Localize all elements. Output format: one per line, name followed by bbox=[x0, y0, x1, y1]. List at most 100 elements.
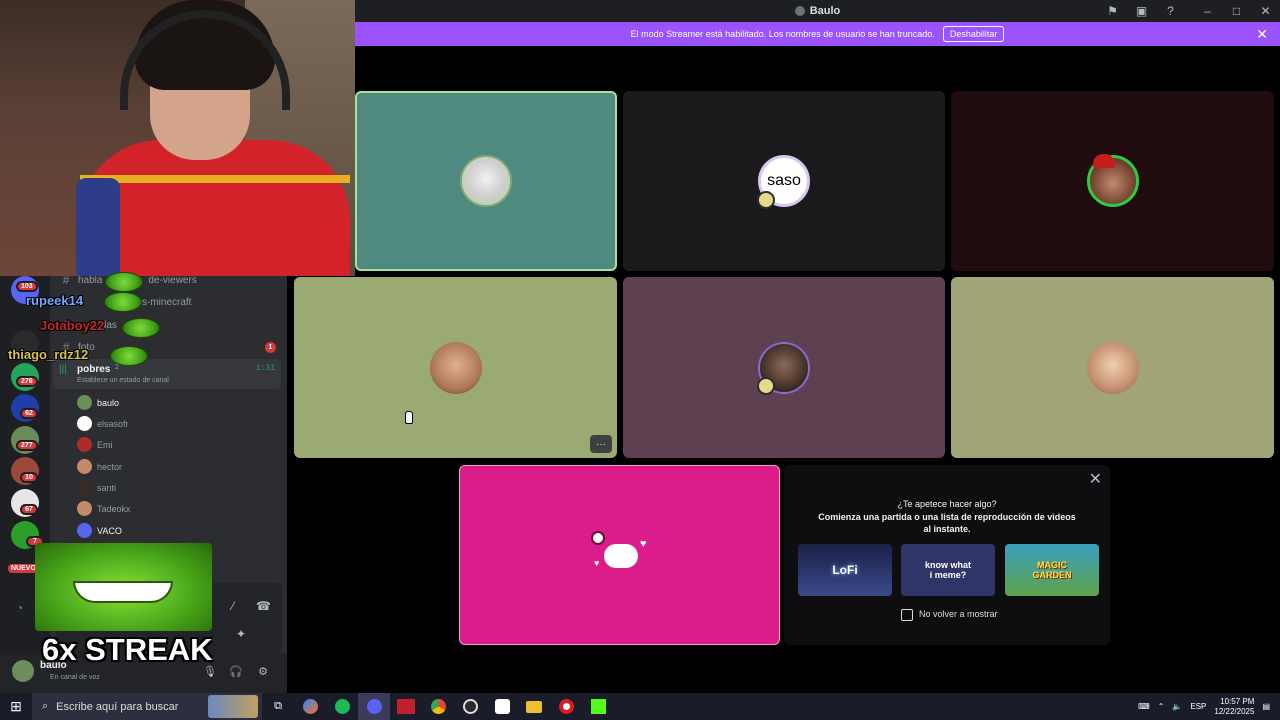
language-indicator[interactable]: ESP bbox=[1190, 702, 1206, 711]
task-view-icon[interactable]: ⧉ bbox=[262, 693, 294, 720]
discord-logo-icon bbox=[604, 544, 638, 568]
chrome-alt-icon[interactable] bbox=[454, 693, 486, 720]
volume-icon[interactable]: 🔈 bbox=[1172, 702, 1182, 711]
minimize-icon[interactable]: – bbox=[1193, 0, 1222, 22]
server-badge: 67 bbox=[20, 504, 38, 515]
user-status: En canal de voz bbox=[50, 674, 100, 681]
discord-taskbar-icon[interactable] bbox=[358, 693, 390, 720]
avatar bbox=[77, 437, 92, 452]
file-explorer-icon[interactable] bbox=[518, 693, 550, 720]
video-tile-baulo[interactable]: ··· bbox=[294, 277, 617, 458]
skull-icon bbox=[591, 531, 605, 545]
voice-channel-pobres[interactable]: ||| pobres 2 1:31 Establece un estado de… bbox=[53, 359, 281, 389]
activity-description: Comienza una partida o una lista de repr… bbox=[818, 512, 1076, 534]
chat-username: rupeek14 bbox=[26, 293, 84, 308]
emote-image bbox=[110, 346, 148, 366]
video-tile-dark-avatar[interactable] bbox=[623, 277, 945, 458]
maximize-icon[interactable]: □ bbox=[1222, 0, 1251, 22]
chrome-icon[interactable] bbox=[422, 693, 454, 720]
user-avatar[interactable] bbox=[12, 660, 34, 682]
santa-hat-icon bbox=[1093, 154, 1115, 168]
chevron-up-icon[interactable]: ⌃ bbox=[1158, 702, 1165, 711]
member-name: Tadeokx bbox=[97, 503, 131, 514]
voice-member[interactable]: Tadeokx bbox=[77, 501, 131, 516]
title-bar: Baulo ⚑ ▣ ? – □ ✕ bbox=[355, 0, 1280, 22]
settings-gear-icon[interactable]: ⚙ bbox=[255, 663, 271, 679]
server-icon bbox=[794, 6, 805, 16]
kick-icon[interactable] bbox=[582, 693, 614, 720]
spotify-icon[interactable] bbox=[326, 693, 358, 720]
voice-member[interactable]: hector bbox=[77, 459, 122, 474]
streak-text: 6x STREAK bbox=[42, 632, 213, 667]
member-name: VACO bbox=[97, 525, 122, 536]
help-icon[interactable]: ? bbox=[1156, 0, 1185, 22]
voice-member[interactable]: elsasofr bbox=[77, 416, 129, 431]
disable-streamer-mode-button[interactable]: Deshabilitar bbox=[942, 26, 1005, 42]
notifications-icon[interactable]: ▤ bbox=[1262, 702, 1270, 711]
banner-close-icon[interactable]: ✕ bbox=[1256, 26, 1268, 43]
system-tray: ⌨ ⌃ 🔈 ESP 10:57 PM 12/22/2025 ▤ bbox=[1138, 693, 1280, 720]
avatar-decoration-icon bbox=[757, 191, 775, 209]
noise-suppression-icon[interactable]: ⁄ bbox=[232, 599, 234, 613]
activity-card-meme[interactable]: know what i meme? bbox=[901, 544, 995, 596]
server-badge: 103 bbox=[16, 281, 38, 292]
avatar-decoration-icon bbox=[757, 377, 775, 395]
emote-image bbox=[105, 272, 143, 292]
video-tile-saso[interactable]: saso bbox=[623, 91, 945, 271]
activity-card-magic-garden[interactable]: MAGIC GARDEN bbox=[1005, 544, 1099, 596]
avatar bbox=[77, 523, 92, 538]
troll-face-avatar bbox=[460, 155, 512, 207]
capcut-icon[interactable] bbox=[486, 693, 518, 720]
search-highlight-image bbox=[208, 695, 258, 718]
voice-member[interactable]: santi bbox=[77, 480, 116, 495]
channel-name-suffix: de-viewers bbox=[148, 274, 197, 286]
channel-name: s-minecraft bbox=[142, 296, 192, 308]
baulo-avatar bbox=[429, 341, 482, 394]
emote-image bbox=[122, 318, 160, 338]
clock[interactable]: 10:57 PM 12/22/2025 bbox=[1214, 697, 1254, 717]
window-title-text: Baulo bbox=[809, 5, 841, 17]
avatar bbox=[77, 416, 92, 431]
activity-question: ¿Te apetece hacer algo? bbox=[897, 499, 997, 509]
member-name: hector bbox=[97, 461, 123, 472]
video-tile-discord[interactable]: ♥ ♥ bbox=[459, 465, 780, 645]
chat-username: Jotaboy22 bbox=[40, 318, 105, 333]
more-options-button[interactable]: ··· bbox=[590, 435, 612, 453]
screen: Baulo ⚑ ▣ ? – □ ✕ El modo Streamer está … bbox=[0, 0, 1280, 720]
webcam-overlay bbox=[0, 0, 355, 276]
windows-start-icon[interactable]: ⊞ bbox=[0, 693, 32, 720]
unread-badge: 1 bbox=[265, 342, 276, 353]
voice-channel-status[interactable]: Establece un estado de canal bbox=[77, 377, 169, 384]
voice-member[interactable]: Emi bbox=[77, 437, 113, 452]
flag-icon[interactable]: ⚑ bbox=[1098, 0, 1127, 22]
activity-close-icon[interactable]: ✕ bbox=[1089, 469, 1102, 489]
avatar bbox=[77, 395, 92, 410]
windows-taskbar: ⊞ ⌕ Escribe aquí para buscar ⧉ ⌨ ⌃ 🔈 ESP… bbox=[0, 693, 1280, 720]
dont-show-again-label: No volver a mostrar bbox=[919, 609, 998, 619]
keyboard-icon[interactable]: ⌨ bbox=[1138, 702, 1150, 711]
headphones-icon[interactable]: 🎧 bbox=[228, 663, 244, 679]
voice-member[interactable]: VACO bbox=[77, 523, 122, 538]
heart-icon: ♥ bbox=[594, 558, 600, 568]
copilot-icon[interactable] bbox=[294, 693, 326, 720]
titlebar-icons: ⚑ ▣ ? – □ ✕ bbox=[1098, 0, 1280, 22]
activity-card-lofi[interactable]: LoFi bbox=[798, 544, 892, 596]
screen-share-icon[interactable]: ▣ bbox=[1127, 0, 1156, 22]
voice-member[interactable]: baulo bbox=[77, 395, 119, 410]
video-tile-santa[interactable] bbox=[951, 91, 1274, 271]
video-tile-hector[interactable] bbox=[951, 277, 1274, 458]
disconnect-icon[interactable]: ☎ bbox=[256, 599, 271, 613]
game-app-icon[interactable] bbox=[390, 693, 422, 720]
soundboard-icon[interactable]: ✦ bbox=[236, 627, 246, 641]
server-badge: 62 bbox=[20, 408, 38, 419]
taskbar-search[interactable]: ⌕ Escribe aquí para buscar bbox=[32, 693, 262, 720]
activity-suggestion-panel: ✕ ¿Te apetece hacer algo? Comienza una p… bbox=[784, 465, 1110, 645]
emote-teeth bbox=[73, 581, 173, 603]
close-icon[interactable]: ✕ bbox=[1251, 0, 1280, 22]
webcam-shirt-stripe bbox=[80, 175, 350, 183]
video-tile-troll[interactable] bbox=[355, 91, 617, 271]
voice-activity-icon: ||| bbox=[59, 364, 67, 375]
opera-icon[interactable] bbox=[550, 693, 582, 720]
dont-show-again-checkbox[interactable] bbox=[901, 609, 913, 621]
avatar bbox=[77, 501, 92, 516]
